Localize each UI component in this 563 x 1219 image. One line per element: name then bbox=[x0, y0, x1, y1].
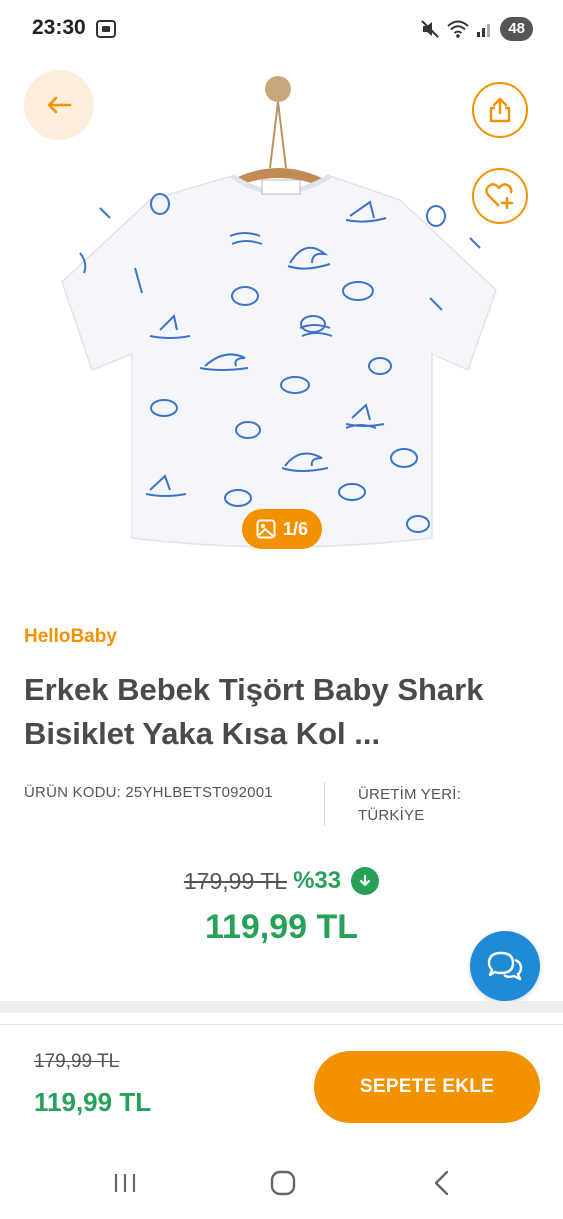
recent-apps-icon[interactable] bbox=[112, 1170, 138, 1196]
image-counter[interactable]: 1/6 bbox=[242, 509, 322, 549]
price-block: 179,99 TL %33 119,99 TL bbox=[0, 864, 563, 947]
meta-divider bbox=[324, 782, 325, 826]
home-icon[interactable] bbox=[270, 1170, 296, 1196]
bottom-old-price: 179,99 TL bbox=[34, 1051, 120, 1072]
production-origin: ÜRETİM YERİ: TÜRKİYE bbox=[358, 784, 461, 826]
old-price-row: 179,99 TL %33 bbox=[0, 864, 563, 898]
battery-badge: 48 bbox=[500, 17, 533, 41]
add-to-cart-button[interactable]: SEPETE EKLE bbox=[314, 1051, 540, 1123]
product-meta: ÜRÜN KODU: 25YHLBETST092001 ÜRETİM YERİ:… bbox=[24, 782, 544, 828]
product-code: ÜRÜN KODU: 25YHLBETST092001 bbox=[24, 784, 273, 801]
origin-value: TÜRKİYE bbox=[358, 807, 425, 824]
brand-link[interactable]: HelloBaby bbox=[24, 626, 117, 648]
system-nav-bar bbox=[0, 1150, 563, 1219]
heart-plus-icon bbox=[485, 183, 514, 209]
product-title: Erkek Bebek Tişört Baby Shark Bisiklet Y… bbox=[24, 672, 484, 751]
hanger-hook bbox=[265, 76, 291, 102]
screenshot-icon bbox=[96, 20, 116, 38]
signal-icon bbox=[477, 24, 491, 37]
arrow-down-circle-icon bbox=[351, 867, 380, 895]
status-bar: 23:30 48 bbox=[0, 0, 563, 58]
product-image[interactable] bbox=[0, 58, 563, 558]
bottom-purchase-bar: 179,99 TL 119,99 TL SEPETE EKLE bbox=[0, 1024, 563, 1146]
favorite-button[interactable] bbox=[472, 168, 528, 224]
back-button[interactable] bbox=[24, 70, 94, 140]
share-icon bbox=[489, 97, 511, 123]
section-divider bbox=[0, 1001, 563, 1013]
chat-button[interactable] bbox=[470, 931, 540, 1001]
tshirt-body bbox=[61, 175, 497, 548]
back-nav-icon[interactable] bbox=[430, 1170, 454, 1196]
mute-icon bbox=[421, 20, 440, 38]
wifi-icon bbox=[447, 20, 469, 38]
discount-percent: %33 bbox=[293, 867, 342, 894]
image-icon bbox=[256, 519, 276, 539]
old-price: 179,99 TL bbox=[183, 867, 288, 894]
origin-label: ÜRETİM YERİ: bbox=[358, 786, 461, 803]
chat-bubbles-icon bbox=[487, 951, 523, 981]
bottom-current-price: 119,99 TL bbox=[34, 1087, 152, 1117]
image-counter-label: 1/6 bbox=[282, 518, 309, 539]
status-icons: 48 bbox=[420, 16, 533, 42]
arrow-left-icon bbox=[47, 96, 72, 114]
share-button[interactable] bbox=[472, 82, 528, 138]
status-time: 23:30 bbox=[32, 16, 86, 39]
